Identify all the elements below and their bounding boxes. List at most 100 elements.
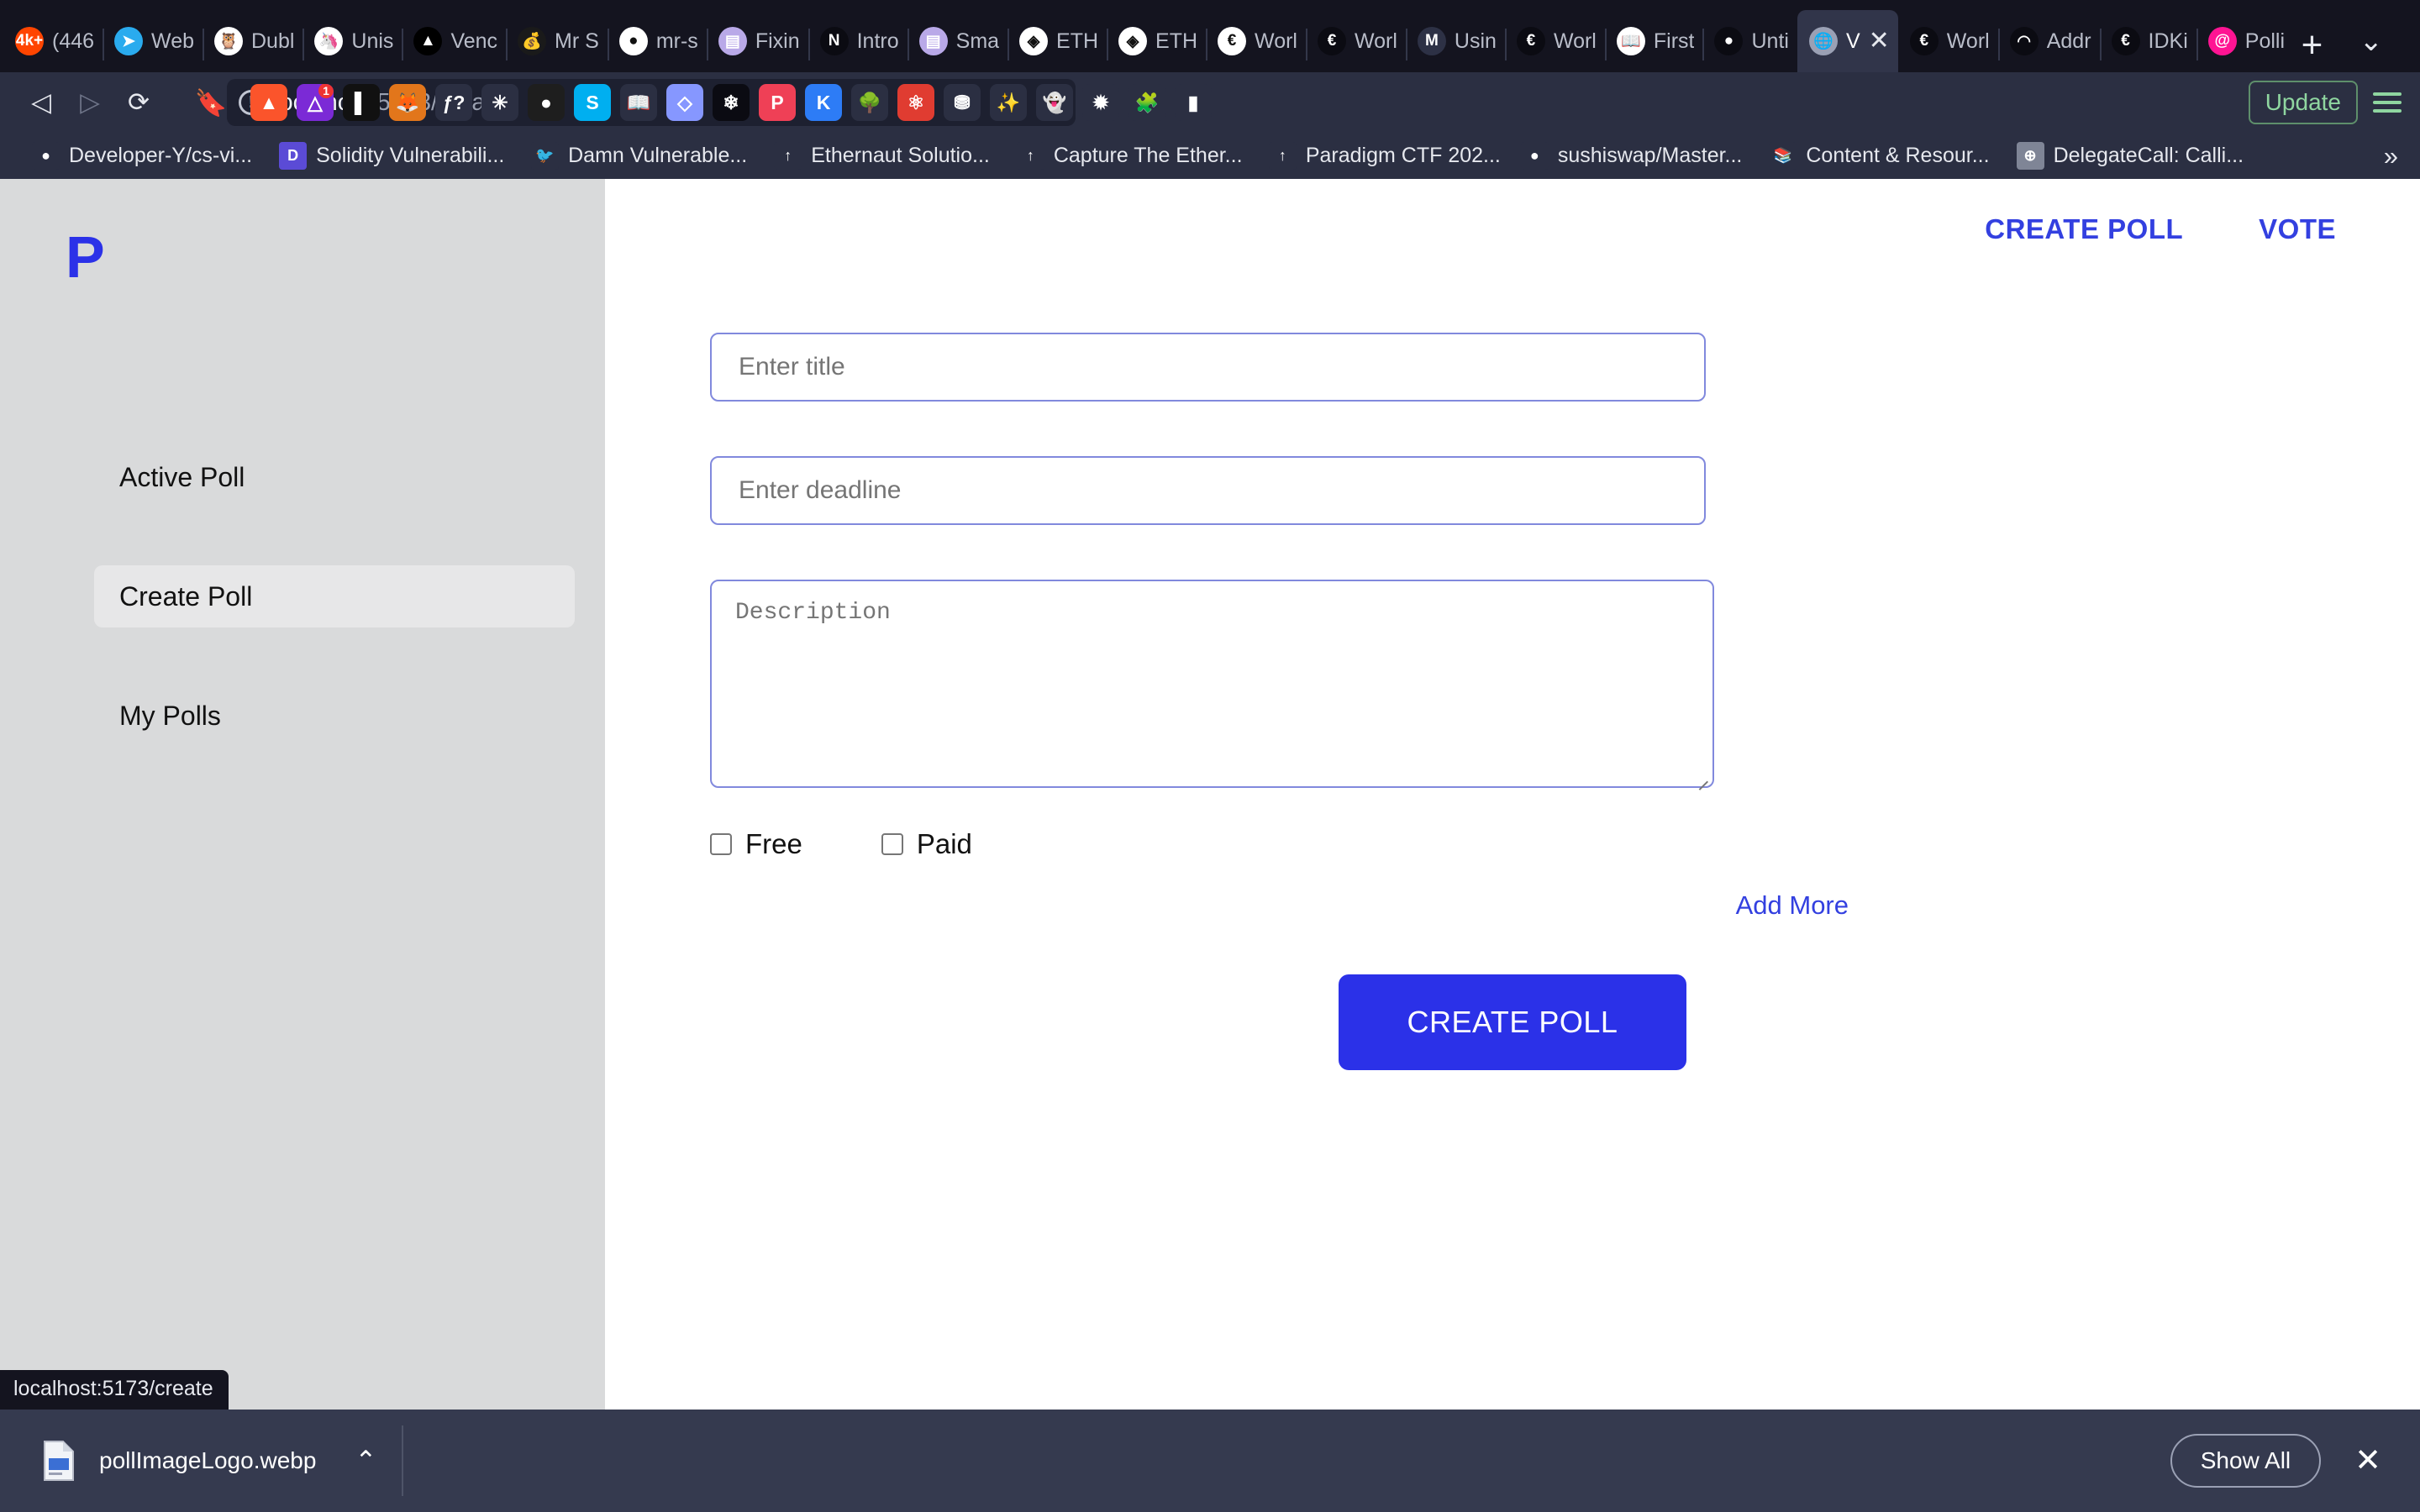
- browser-tab[interactable]: ● mr-s: [607, 10, 707, 72]
- tab-list[interactable]: 4k+ (446 ➤ Web 🦉 Dubl 🦄 Unis ▲ Venc 💰 Mr S ● mr-s ▤ Fix…: [3, 0, 2287, 72]
- paid-checkbox[interactable]: [881, 833, 903, 855]
- metamask-fox-icon[interactable]: 🦊: [389, 84, 426, 121]
- tab-search-chevron-down-icon[interactable]: ⌄: [2338, 24, 2406, 58]
- app-logo[interactable]: P: [66, 228, 605, 286]
- bookmarks-bar: ● Developer-Y/cs-vi... D Solidity Vulnerabi…: [0, 133, 2420, 179]
- ghost-purple-icon[interactable]: 👻: [1036, 84, 1073, 121]
- star-burst-icon[interactable]: ✹: [1082, 84, 1119, 121]
- browser-tab[interactable]: ▲ Venc: [402, 10, 506, 72]
- browser-tab[interactable]: ◈ ETH: [1107, 10, 1206, 72]
- nav-link-create-poll[interactable]: CREATE POLL: [1985, 213, 2183, 245]
- tab-title: mr-s: [655, 29, 698, 53]
- sidebar-item-active-poll[interactable]: Active Poll: [92, 446, 575, 508]
- new-tab-button[interactable]: +: [2287, 18, 2338, 72]
- f-question-icon[interactable]: ƒ?: [435, 84, 472, 121]
- update-button[interactable]: Update: [2248, 81, 2358, 124]
- browser-tab[interactable]: ➤ Web: [103, 10, 203, 72]
- show-all-downloads-button[interactable]: Show All: [2170, 1434, 2322, 1488]
- download-item[interactable]: pollImageLogo.webp: [27, 1440, 338, 1482]
- main-content: CREATE POLL VOTE Enter title Enter deadl…: [605, 179, 2420, 1410]
- bookmarks-overflow-icon[interactable]: »: [2384, 141, 2402, 171]
- github-icon: ●: [1520, 142, 1549, 170]
- tab-close-icon[interactable]: ✕: [1869, 29, 1890, 54]
- openzeppelin-icon: ↑: [774, 142, 802, 170]
- skype-icon[interactable]: S: [574, 84, 611, 121]
- add-more-link[interactable]: Add More: [1736, 890, 1849, 921]
- uniswap-unicorn-icon: 🦄: [314, 27, 344, 55]
- forward-button[interactable]: ▷: [67, 80, 113, 125]
- browser-tab[interactable]: € Worl: [1898, 10, 1998, 72]
- browser-tab[interactable]: 💰 Mr S: [506, 10, 608, 72]
- tab-title: ETH: [1056, 29, 1099, 53]
- bookmark-item[interactable]: 🐦 Damn Vulnerable...: [518, 142, 760, 170]
- deadline-input[interactable]: Enter deadline: [710, 456, 1706, 525]
- file-icon: [42, 1440, 76, 1482]
- title-input[interactable]: Enter title: [710, 333, 1706, 402]
- html-tree-icon[interactable]: 🌳: [851, 84, 888, 121]
- euro-e-dark-icon: €: [1516, 27, 1545, 55]
- asterisk-purple-icon[interactable]: ✳: [481, 84, 518, 121]
- browser-tab[interactable]: ◈ ETH: [1007, 10, 1107, 72]
- browser-tab[interactable]: ▤ Sma: [907, 10, 1007, 72]
- tab-title: Polli: [2244, 29, 2286, 53]
- page-viewport: P Active Poll Create Poll My Polls local…: [0, 179, 2420, 1410]
- bookmark-item[interactable]: ⊕ DelegateCall: Calli...: [2003, 142, 2255, 170]
- browser-tab[interactable]: ● Unti: [1702, 10, 1797, 72]
- medium-m-icon: M: [1417, 27, 1446, 55]
- download-menu-chevron-up-icon[interactable]: ⌃: [338, 1446, 393, 1476]
- bookmark-item[interactable]: ↑ Paradigm CTF 202...: [1255, 142, 1507, 170]
- browser-tab[interactable]: 4k+ (446: [3, 10, 103, 72]
- kaito-k-icon[interactable]: K: [805, 84, 842, 121]
- bookmark-item[interactable]: ● sushiswap/Master...: [1507, 142, 1756, 170]
- figma-icon[interactable]: ●: [528, 84, 565, 121]
- browser-tab[interactable]: 🦄 Unis: [302, 10, 402, 72]
- react-devtools-icon[interactable]: ⚛: [897, 84, 934, 121]
- brave-lion-icon[interactable]: ▲: [250, 84, 287, 121]
- snowflake-icon[interactable]: ❄: [713, 84, 750, 121]
- create-poll-submit-button[interactable]: CREATE POLL: [1339, 974, 1686, 1070]
- browser-tab[interactable]: M Usin: [1405, 10, 1505, 72]
- browser-tab[interactable]: € Worl: [1504, 10, 1605, 72]
- textarea-resize-handle[interactable]: [1695, 769, 1710, 784]
- option-paid[interactable]: Paid: [881, 828, 972, 860]
- browser-tab[interactable]: ▤ Fixin: [706, 10, 808, 72]
- brave-shield-icon[interactable]: △ 1: [297, 84, 334, 121]
- bookmark-star-icon[interactable]: 🔖: [188, 80, 234, 125]
- browser-tab[interactable]: € Worl: [1206, 10, 1306, 72]
- browser-tab[interactable]: 📖 First: [1604, 10, 1703, 72]
- phantom-split-icon[interactable]: ▌: [343, 84, 380, 121]
- browser-tab[interactable]: ◠ Addr: [1997, 10, 2100, 72]
- sidebar-item-create-poll[interactable]: Create Poll: [94, 565, 575, 627]
- option-free[interactable]: Free: [710, 828, 802, 860]
- book-open-icon[interactable]: 📖: [620, 84, 657, 121]
- browser-tab[interactable]: € IDKi: [2099, 10, 2196, 72]
- ghost-grey-icon[interactable]: ⛃: [944, 84, 981, 121]
- github-icon: ●: [32, 142, 60, 170]
- browser-tab[interactable]: 🌐 V ✕: [1797, 10, 1898, 72]
- bookmark-item[interactable]: 📚 Content & Resour...: [1755, 142, 2002, 170]
- puzzle-extensions-icon[interactable]: 🧩: [1128, 84, 1165, 121]
- bookmark-item[interactable]: D Solidity Vulnerabili...: [266, 142, 518, 170]
- bookmark-item[interactable]: ↑ Ethernaut Solutio...: [760, 142, 1003, 170]
- nav-link-vote[interactable]: VOTE: [2259, 213, 2336, 245]
- browser-menu-icon[interactable]: [2373, 92, 2402, 113]
- pink-spiral-icon: @: [2207, 27, 2237, 55]
- reload-button[interactable]: ⟳: [116, 80, 161, 125]
- bookmark-item[interactable]: ↑ Capture The Ether...: [1003, 142, 1255, 170]
- free-checkbox[interactable]: [710, 833, 732, 855]
- back-button[interactable]: ◁: [18, 80, 64, 125]
- sidebar-item-my-polls[interactable]: My Polls: [92, 685, 575, 747]
- browser-tab[interactable]: € Worl: [1305, 10, 1406, 72]
- sidebar-panel-icon[interactable]: ▮: [1175, 84, 1212, 121]
- gemini-spark-icon[interactable]: ✨: [990, 84, 1027, 121]
- rabby-wallet-icon[interactable]: ◇: [666, 84, 703, 121]
- pocket-icon[interactable]: P: [759, 84, 796, 121]
- browser-tab[interactable]: N Intro: [808, 10, 908, 72]
- tab-title: First: [1653, 29, 1695, 53]
- book-icon: 📖: [1616, 27, 1645, 55]
- browser-tab[interactable]: @ Polli: [2196, 10, 2287, 72]
- browser-tab[interactable]: 🦉 Dubl: [203, 10, 302, 72]
- bookmark-item[interactable]: ● Developer-Y/cs-vi...: [18, 142, 266, 170]
- close-downloads-bar-icon[interactable]: ✕: [2343, 1445, 2393, 1477]
- description-textarea[interactable]: Description: [710, 580, 1714, 788]
